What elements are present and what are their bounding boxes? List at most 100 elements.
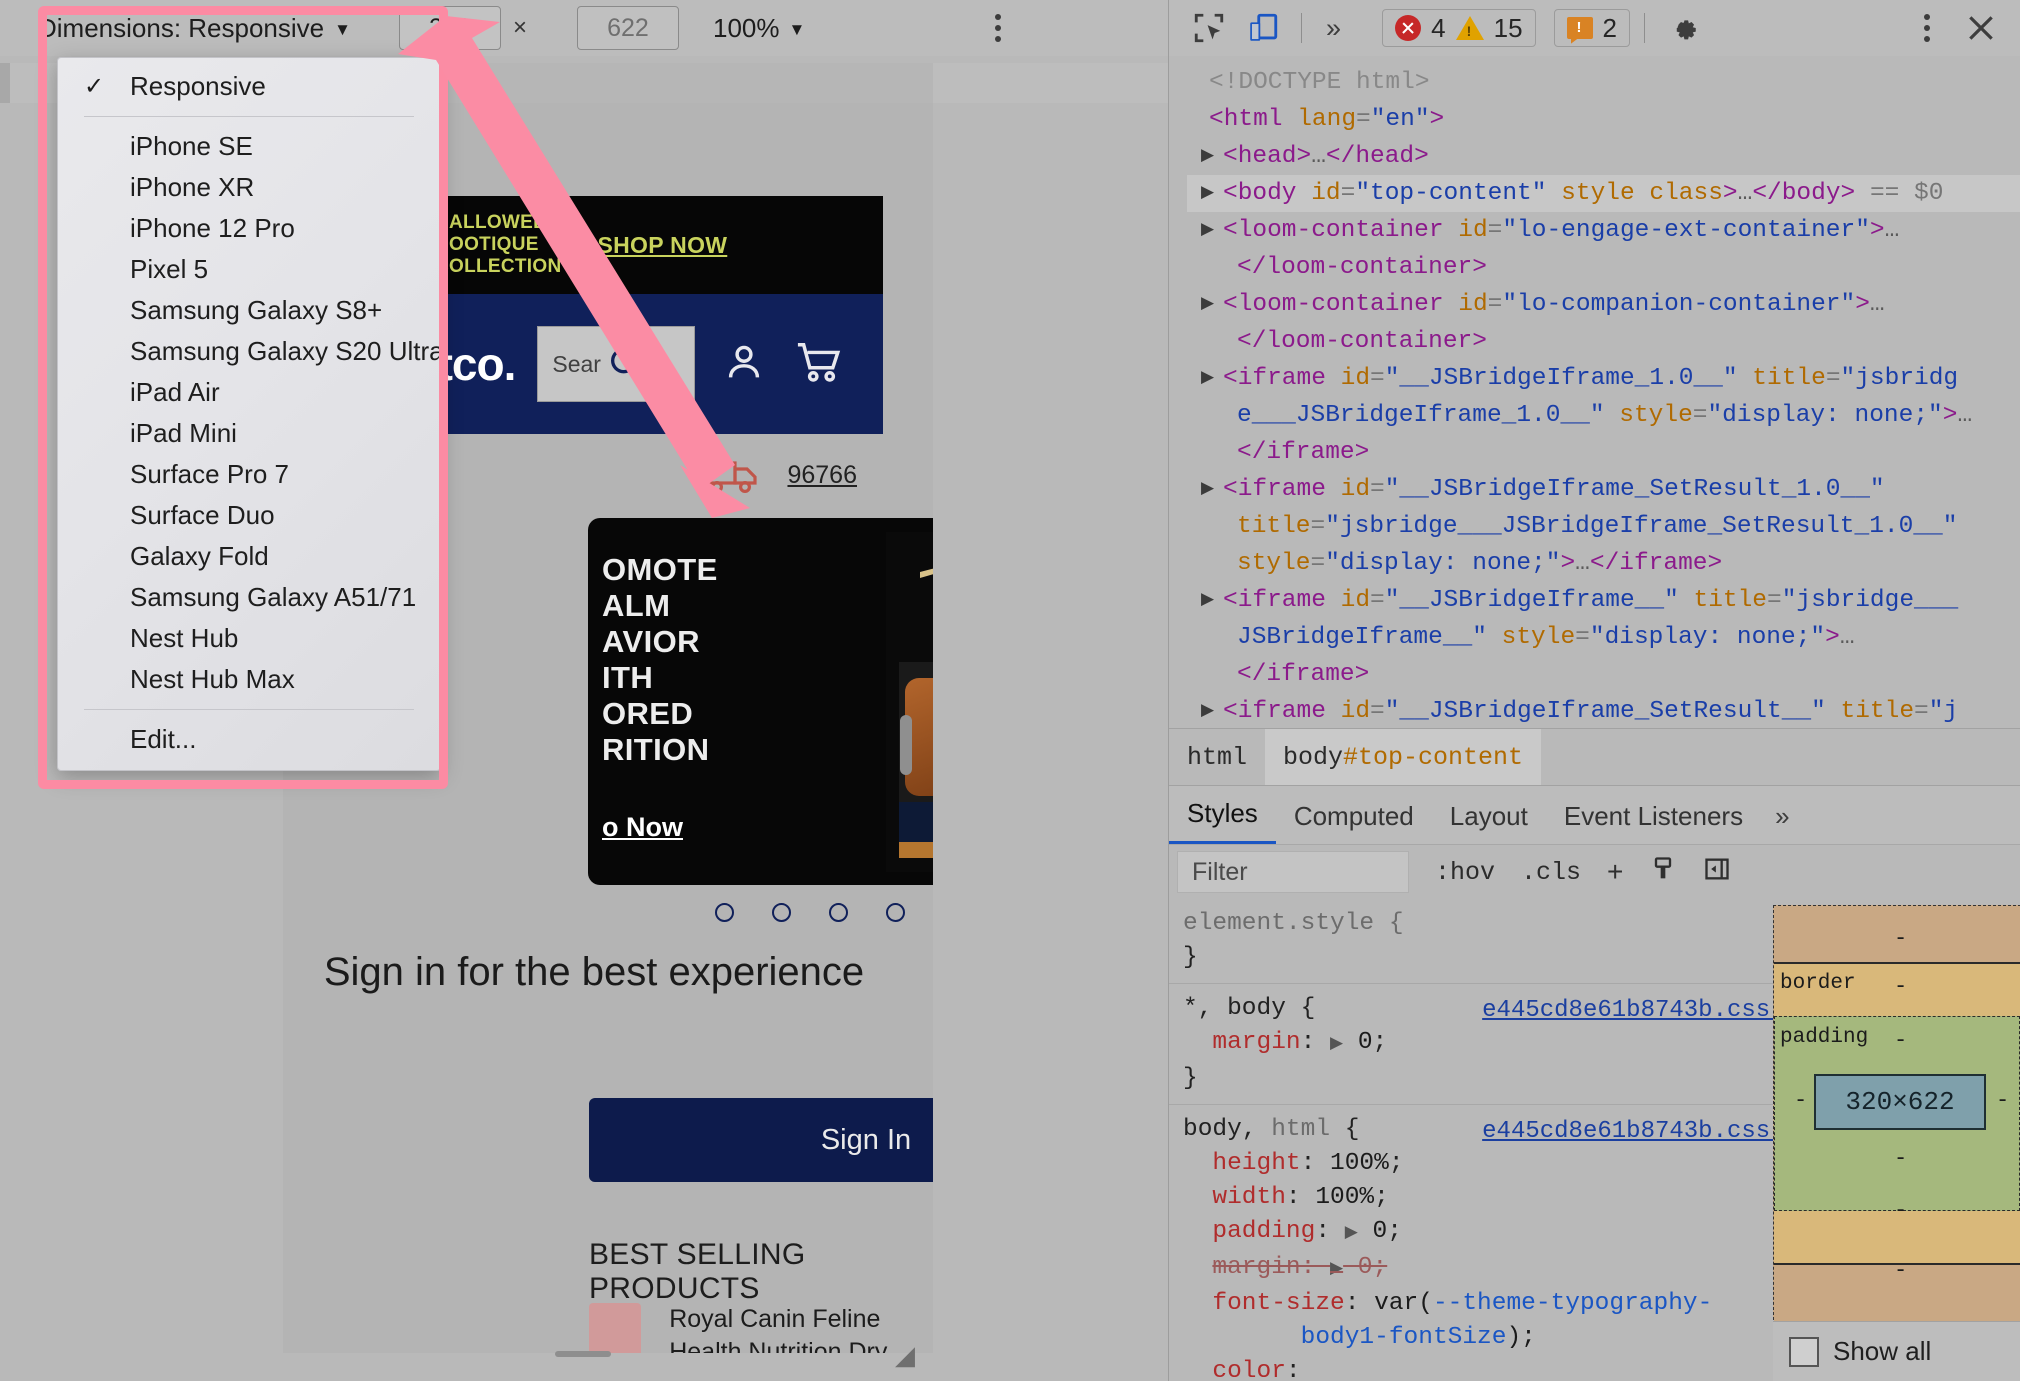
dimensions-label: Dimensions: Responsive <box>38 12 325 43</box>
breadcrumb-item-0[interactable]: html <box>1169 729 1265 785</box>
viewport-resize-handle-bottom[interactable] <box>555 1351 611 1357</box>
dom-node-row[interactable]: </iframe> <box>1187 656 2020 693</box>
tab-layout[interactable]: Layout <box>1432 786 1546 844</box>
more-panels-icon[interactable]: » <box>1316 13 1351 44</box>
device-preset-list[interactable]: iPhone SE iPhone XR iPhone 12 Pro Pixel 5 Sa… <box>58 126 444 700</box>
tab-event-listeners[interactable]: Event Listeners <box>1546 786 1761 844</box>
product-list-item[interactable]: ROYAL CANIN Royal Canin Feline Health Nu… <box>589 1303 933 1353</box>
breadcrumb[interactable]: html body #top-content <box>1169 728 2020 785</box>
viewport-height-input[interactable]: 622 <box>576 6 679 50</box>
promo-headline: HALLOWEEN BOOTIQUE COLLECTION <box>435 211 562 278</box>
inspect-element-icon[interactable] <box>1185 6 1233 50</box>
menu-item-device-6[interactable]: iPad Air <box>58 372 440 413</box>
device-toolbar-more-options-icon[interactable] <box>995 14 1002 42</box>
menu-item-device-8[interactable]: Surface Pro 7 <box>58 454 440 495</box>
carousel-dot[interactable] <box>886 903 905 922</box>
zip-code-link[interactable]: 96766 <box>787 461 857 490</box>
account-icon[interactable] <box>721 339 767 390</box>
cart-icon[interactable] <box>793 339 845 390</box>
dom-node-row[interactable]: ▶ <iframe id="__JSBridgeIframe_SetResult_… <box>1187 471 2020 508</box>
console-counts-badge[interactable]: 4 15 <box>1382 9 1536 47</box>
dom-node-row[interactable]: ▶ <loom-container id="lo-engage-ext-conta… <box>1187 212 2020 249</box>
menu-item-responsive[interactable]: ✓ Responsive <box>58 66 440 107</box>
menu-item-device-0[interactable]: iPhone SE <box>58 126 440 167</box>
menu-item-device-4[interactable]: Samsung Galaxy S8+ <box>58 290 440 331</box>
carousel-dot[interactable] <box>715 903 734 922</box>
dom-node-row[interactable]: style="display: none;">…</iframe> <box>1187 545 2020 582</box>
product-title[interactable]: Royal Canin Feline Health Nutrition Dry … <box>669 1303 933 1353</box>
box-model-border-bottom-value[interactable]: - <box>1894 1198 1907 1223</box>
breadcrumb-item-1[interactable]: body #top-content <box>1265 729 1542 785</box>
expand-triangle-icon: ▶ <box>1201 591 1215 610</box>
viewport-resize-corner-icon[interactable]: ◢ <box>895 1340 915 1371</box>
toggle-sidebar-icon[interactable] <box>1703 855 1731 890</box>
dom-node-row[interactable]: <!DOCTYPE html> <box>1187 64 2020 101</box>
purina-hero-banner[interactable]: OMOTE ALM AVIOR ITH ORED RITION o Now PU… <box>588 518 933 885</box>
box-model-margin-bottom-value[interactable]: - <box>1894 1258 1907 1283</box>
sign-in-button[interactable]: Sign In <box>589 1098 933 1182</box>
css-source-link[interactable]: e445cd8e61b8743b.css:1 <box>1482 994 1799 1028</box>
dom-node-row[interactable]: <html lang="en"> <box>1187 101 2020 138</box>
hov-toggle[interactable]: :hov <box>1435 858 1495 887</box>
menu-item-device-3[interactable]: Pixel 5 <box>58 249 440 290</box>
menu-item-device-1[interactable]: iPhone XR <box>58 167 440 208</box>
dom-node-row[interactable]: e___JSBridgeIframe_1.0__" style="display… <box>1187 397 2020 434</box>
hero-shop-now-link[interactable]: o Now <box>602 812 683 843</box>
dom-node-row[interactable]: ▶ <body id="top-content" style class>…</b… <box>1187 175 2020 212</box>
box-model-padding-left-value[interactable]: - <box>1794 1088 1807 1113</box>
carousel-dots[interactable] <box>588 903 933 922</box>
viewport-scrollbar[interactable] <box>900 715 912 775</box>
show-all-row[interactable]: Show all <box>1773 1321 2020 1381</box>
menu-item-device-13[interactable]: Nest Hub Max <box>58 659 440 700</box>
menu-item-device-9[interactable]: Surface Duo <box>58 495 440 536</box>
viewport-width-input[interactable]: 320 <box>398 6 501 50</box>
issues-badge[interactable]: 2 <box>1553 9 1630 47</box>
box-model-border-top-value[interactable]: - <box>1894 974 1907 999</box>
gear-icon[interactable] <box>1659 6 1707 50</box>
dimensions-dropdown-menu[interactable]: ✓ Responsive iPhone SE iPhone XR iPhone 12… <box>57 57 444 771</box>
zoom-dropdown[interactable]: 100% ▼ <box>713 13 805 44</box>
menu-item-device-5[interactable]: Samsung Galaxy S20 Ultra <box>58 331 444 372</box>
device-toolbar-icon[interactable] <box>1239 6 1287 50</box>
menu-item-device-11[interactable]: Samsung Galaxy A51/71 <box>58 577 440 618</box>
box-model-content-size[interactable]: 320×622 <box>1814 1074 1986 1130</box>
box-model-padding-right-value[interactable]: - <box>1996 1088 2009 1113</box>
dom-node-row[interactable]: ▶ <loom-container id="lo-companion-contai… <box>1187 286 2020 323</box>
dimensions-dropdown[interactable]: Dimensions: Responsive ▼ <box>34 9 361 48</box>
box-model-padding-bottom-value[interactable]: - <box>1894 1146 1907 1171</box>
dom-node-row[interactable]: ▶ <iframe id="__JSBridgeIframe_1.0__" tit… <box>1187 360 2020 397</box>
dom-tree[interactable]: <!DOCTYPE html> <html lang="en"> ▶ <head>…<… <box>1169 56 2020 728</box>
menu-item-device-10[interactable]: Galaxy Fold <box>58 536 440 577</box>
shop-now-link[interactable]: SHOP NOW <box>598 232 728 259</box>
styles-tab-bar[interactable]: Styles Computed Layout Event Listeners» <box>1169 785 2020 844</box>
box-model-margin-top-value[interactable]: - <box>1894 926 1907 951</box>
dom-node-row[interactable]: title="jsbridge___JSBridgeIframe_SetResu… <box>1187 508 2020 545</box>
dom-node-row[interactable]: ▶ <head>…</head> <box>1187 138 2020 175</box>
menu-item-device-7[interactable]: iPad Mini <box>58 413 440 454</box>
css-source-link[interactable]: e445cd8e61b8743b.css:1 <box>1482 1115 1799 1149</box>
dom-node-row[interactable]: </loom-container> <box>1187 249 2020 286</box>
color-picker-icon[interactable] <box>1649 855 1677 890</box>
styles-tabs-more-icon[interactable]: » <box>1761 801 1803 844</box>
show-all-checkbox[interactable] <box>1789 1336 1819 1367</box>
box-model-diagram[interactable]: 320×622 border padding - - - - - - - - <box>1773 905 2020 1321</box>
search-input[interactable]: Sear <box>537 326 696 402</box>
dom-node-row[interactable]: JSBridgeIframe__" style="display: none;"… <box>1187 619 2020 656</box>
tab-styles[interactable]: Styles <box>1169 786 1276 844</box>
dom-node-row[interactable]: ▶ <iframe id="__JSBridgeIframe__" title="… <box>1187 582 2020 619</box>
box-model-padding-top-value[interactable]: - <box>1894 1028 1907 1053</box>
more-options-icon[interactable] <box>1903 6 1951 50</box>
tab-computed[interactable]: Computed <box>1276 786 1432 844</box>
dom-node-row[interactable]: </iframe> <box>1187 434 2020 471</box>
add-rule-icon[interactable]: + <box>1607 856 1623 888</box>
menu-item-device-12[interactable]: Nest Hub <box>58 618 440 659</box>
menu-item-device-2[interactable]: iPhone 12 Pro <box>58 208 440 249</box>
carousel-dot[interactable] <box>772 903 791 922</box>
close-icon[interactable] <box>1957 6 2005 50</box>
carousel-dot[interactable] <box>829 903 848 922</box>
cls-toggle[interactable]: .cls <box>1521 858 1581 887</box>
menu-item-edit[interactable]: Edit... <box>58 719 440 760</box>
dom-node-row[interactable]: </loom-container> <box>1187 323 2020 360</box>
filter-input[interactable]: Filter <box>1177 851 1409 893</box>
dom-node-row[interactable]: ▶ <iframe id="__JSBridgeIframe_SetResult_… <box>1187 693 2020 728</box>
